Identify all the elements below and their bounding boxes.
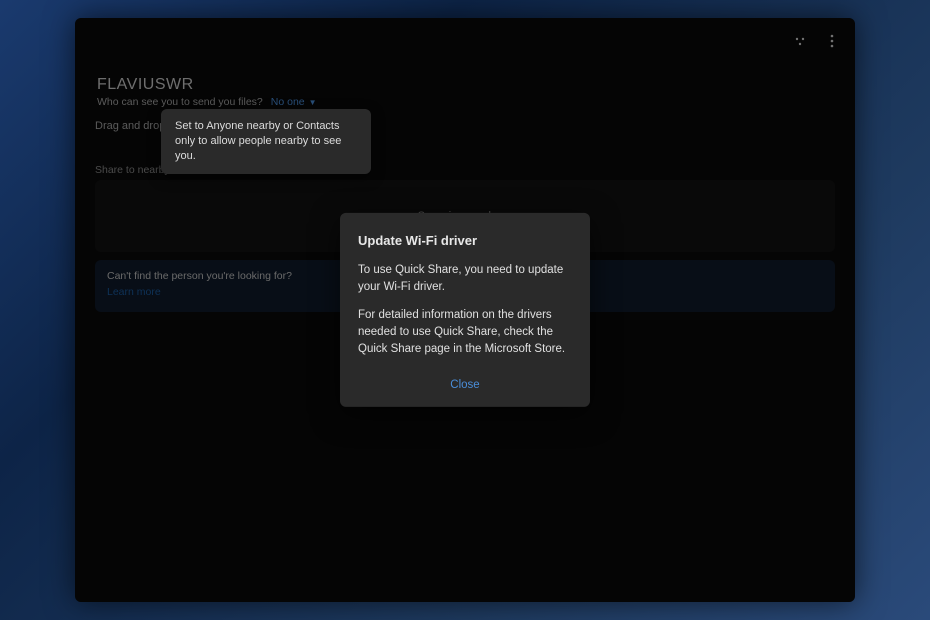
- visibility-selector[interactable]: No one ▼: [271, 96, 317, 108]
- dialog-body: To use Quick Share, you need to update y…: [358, 262, 572, 357]
- chevron-down-icon: ▼: [309, 98, 317, 107]
- header: FLAVIUSWR Who can see you to send you fi…: [97, 76, 835, 108]
- visibility-tooltip: Set to Anyone nearby or Contacts only to…: [161, 109, 371, 174]
- visibility-label: Who can see you to send you files?: [97, 96, 263, 108]
- learn-more-link[interactable]: Learn more: [107, 286, 161, 298]
- close-button[interactable]: Close: [450, 379, 479, 391]
- app-window: FLAVIUSWR Who can see you to send you fi…: [75, 18, 855, 602]
- dialog-title: Update Wi-Fi driver: [358, 233, 572, 248]
- refresh-icon[interactable]: [791, 32, 809, 50]
- more-icon[interactable]: [823, 32, 841, 50]
- drag-text-prefix: Drag and drop f: [95, 120, 171, 132]
- visibility-row: Who can see you to send you files? No on…: [97, 96, 835, 108]
- drag-drop-row: Drag and drop f Set to Anyone nearby or …: [95, 120, 835, 132]
- dialog-footer: Close: [358, 375, 572, 393]
- titlebar: [791, 32, 841, 50]
- visibility-value-text: No one: [271, 96, 305, 108]
- device-name: FLAVIUSWR: [97, 76, 835, 94]
- dialog-paragraph-2: For detailed information on the drivers …: [358, 307, 572, 357]
- update-driver-dialog: Update Wi-Fi driver To use Quick Share, …: [340, 213, 590, 407]
- dialog-paragraph-1: To use Quick Share, you need to update y…: [358, 262, 572, 295]
- tooltip-text: Set to Anyone nearby or Contacts only to…: [175, 120, 341, 162]
